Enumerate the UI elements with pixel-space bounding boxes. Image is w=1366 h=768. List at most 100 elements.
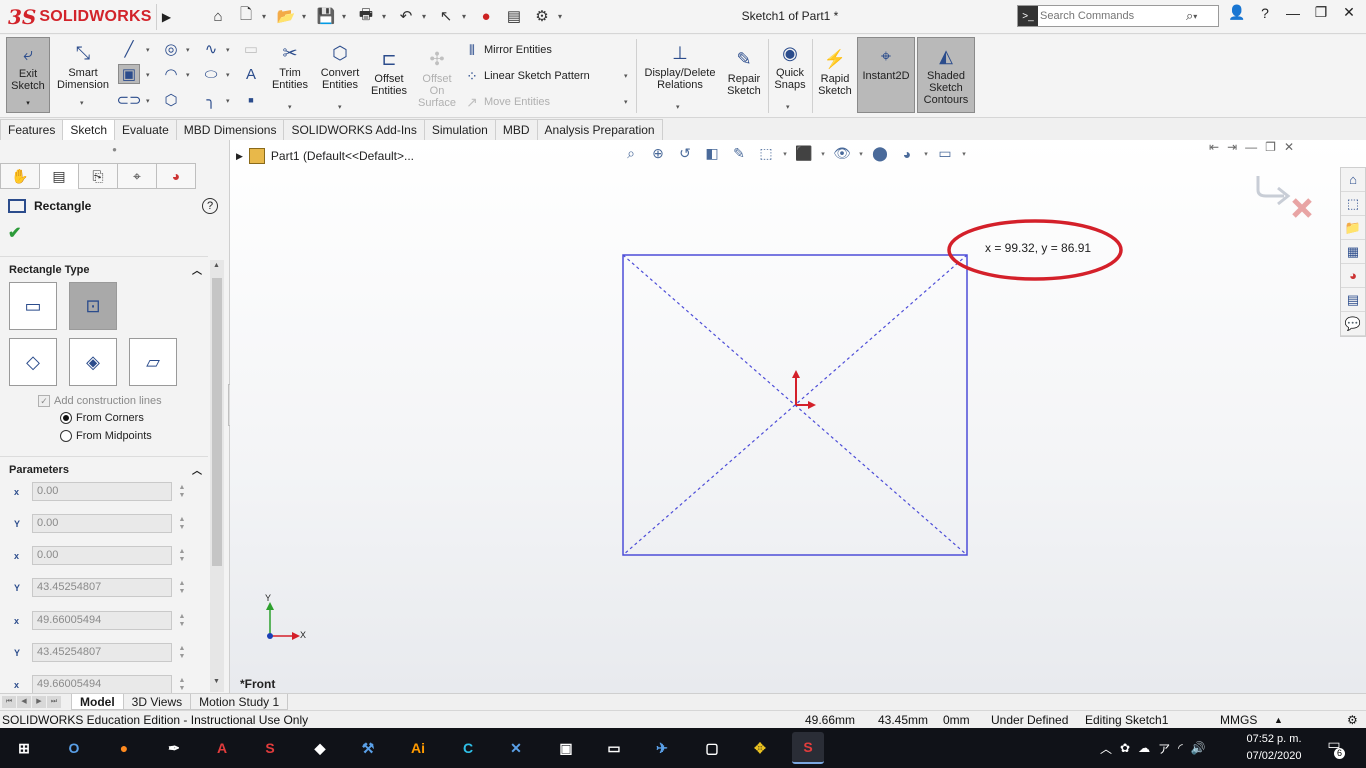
chevron-down-icon[interactable]: ▾: [624, 98, 628, 106]
parameter-field[interactable]: 49.66005494: [32, 611, 172, 630]
solidworks-2019-icon[interactable]: S: [254, 732, 286, 764]
app-x-icon[interactable]: ✕: [500, 732, 532, 764]
chevron-down-icon[interactable]: ▾: [786, 103, 790, 111]
tab-solidworks-add-ins[interactable]: SOLIDWORKS Add-Ins: [283, 119, 425, 140]
firefox-icon[interactable]: ●: [108, 732, 140, 764]
tab-mbd[interactable]: MBD: [494, 119, 538, 140]
home-icon[interactable]: ⌂: [206, 5, 230, 27]
restore-icon[interactable]: ❐: [1310, 4, 1332, 21]
tab-simulation[interactable]: Simulation: [423, 119, 496, 140]
add-construction-lines-checkbox[interactable]: ✓ Add construction lines: [38, 395, 162, 407]
help-icon[interactable]: ?: [202, 198, 218, 214]
spinner-icon[interactable]: ▲ ▼: [176, 484, 188, 500]
tab-evaluate[interactable]: Evaluate: [114, 119, 177, 140]
app-cube-icon[interactable]: ▣: [550, 732, 582, 764]
slot-icon[interactable]: ⊂⊃: [116, 90, 141, 110]
chevron-down-icon[interactable]: ▾: [146, 46, 150, 54]
scrollbar-thumb[interactable]: [212, 278, 222, 566]
print-icon[interactable]: 🖶: [354, 5, 378, 27]
parameter-field[interactable]: 49.66005494: [32, 675, 172, 693]
feature-manager-tab-icon[interactable]: ✋: [0, 163, 40, 189]
undo-icon[interactable]: ↶: [394, 5, 418, 27]
spinner-icon[interactable]: ▲ ▼: [176, 677, 188, 693]
tab-model[interactable]: Model: [71, 694, 124, 710]
help-icon[interactable]: ?: [1254, 5, 1276, 21]
spinner-icon[interactable]: ▲ ▼: [176, 516, 188, 532]
tab-3d-views[interactable]: 3D Views: [122, 694, 192, 710]
point-icon[interactable]: ■: [240, 90, 262, 110]
chevron-down-icon[interactable]: ▾: [676, 103, 680, 111]
exit-sketch-button[interactable]: ⤶ Exit Sketch ▾: [6, 37, 50, 113]
chevron-down-icon[interactable]: ▾: [422, 12, 430, 21]
first-tab-icon[interactable]: ⏮: [2, 696, 16, 708]
spinner-icon[interactable]: ▲ ▼: [176, 548, 188, 564]
app-plane-icon[interactable]: ✈: [646, 732, 678, 764]
shaded-sketch-contours-button[interactable]: ◭ Shaded Sketch Contours: [917, 37, 975, 113]
user-icon[interactable]: 👤: [1226, 4, 1248, 21]
show-hidden-icons-icon[interactable]: ︿: [1100, 740, 1112, 757]
chevron-up-icon[interactable]: ▲: [1274, 715, 1283, 725]
circle-icon[interactable]: ◎: [160, 39, 182, 59]
spinner-icon[interactable]: ▲ ▼: [176, 613, 188, 629]
from-midpoints-radio[interactable]: From Midpoints: [60, 430, 152, 442]
new-document-icon[interactable]: 🗋: [234, 5, 258, 27]
windows-start-icon[interactable]: ⊞: [8, 732, 40, 764]
chevron-down-icon[interactable]: ▾: [186, 46, 190, 54]
chevron-down-icon[interactable]: ▾: [288, 103, 292, 111]
rebuild-traffic-light-icon[interactable]: ●: [474, 5, 498, 27]
chevron-down-icon[interactable]: ▾: [226, 46, 230, 54]
inkscape-icon[interactable]: ✒: [158, 732, 190, 764]
app-frame-icon[interactable]: ▢: [696, 732, 728, 764]
scroll-down-icon[interactable]: ▼: [213, 678, 220, 685]
graphics-area[interactable]: ▶ Part1 (Default<<Default>... ⌕ ⊕ ↺ ◧ ✎ …: [230, 140, 1366, 693]
spinner-icon[interactable]: ▲ ▼: [176, 645, 188, 661]
three-point-center-rectangle-button[interactable]: ◈: [69, 338, 117, 386]
from-corners-radio[interactable]: From Corners: [60, 412, 144, 424]
previous-tab-icon[interactable]: ◀: [17, 696, 31, 708]
outlook-icon[interactable]: O: [58, 732, 90, 764]
search-commands-box[interactable]: >_ ⌕ ▾: [1017, 5, 1219, 27]
configuration-manager-tab-icon[interactable]: ⎘: [78, 163, 118, 189]
scroll-up-icon[interactable]: ▲: [213, 262, 220, 269]
app-monitor-icon[interactable]: ▭: [598, 732, 630, 764]
autocad-icon[interactable]: A: [206, 732, 238, 764]
volume-icon[interactable]: 🔊: [1191, 741, 1206, 755]
parameter-field[interactable]: 43.45254807: [32, 643, 172, 662]
search-input[interactable]: [1040, 10, 1180, 22]
line-icon[interactable]: ╱: [118, 39, 140, 59]
chevron-down-icon[interactable]: ▾: [226, 97, 230, 105]
chevron-down-icon[interactable]: ▾: [262, 12, 270, 21]
ellipse-icon[interactable]: ⬭: [200, 64, 222, 84]
menu-expand-icon[interactable]: ▶: [156, 4, 176, 30]
chevron-down-icon[interactable]: ▾: [1193, 12, 1201, 21]
options-gear-icon[interactable]: ⚙: [530, 5, 554, 27]
rectangle-icon[interactable]: ▣: [118, 64, 140, 84]
search-icon[interactable]: ⌕: [1186, 8, 1193, 24]
tab-analysis-preparation[interactable]: Analysis Preparation: [536, 119, 663, 140]
tab-sketch[interactable]: Sketch: [62, 119, 116, 140]
chevron-down-icon[interactable]: ▾: [146, 71, 150, 79]
tab-mbd-dimensions[interactable]: MBD Dimensions: [175, 119, 285, 140]
convert-entities-button[interactable]: ⬡ Convert Entities: [316, 41, 364, 91]
tray-app-icon[interactable]: ✿: [1120, 741, 1130, 755]
app-wrench-icon[interactable]: ⚒: [352, 732, 384, 764]
chevron-down-icon[interactable]: ▾: [26, 98, 30, 110]
corner-rectangle-button[interactable]: ▭: [9, 282, 57, 330]
arc-icon[interactable]: ◠: [160, 64, 182, 84]
property-manager-scrollbar[interactable]: ▲ ▼: [210, 260, 224, 692]
three-point-corner-rectangle-button[interactable]: ◇: [9, 338, 57, 386]
spinner-icon[interactable]: ▲ ▼: [176, 580, 188, 596]
parameter-field[interactable]: 0.00: [32, 482, 172, 501]
tab-features[interactable]: Features: [0, 119, 64, 140]
parameter-field[interactable]: 0.00: [32, 514, 172, 533]
unit-system-status[interactable]: MMGS: [1220, 713, 1257, 727]
solidworks-active-icon[interactable]: S: [792, 732, 824, 764]
smart-dimension-button[interactable]: ⤡ Smart Dimension: [56, 41, 110, 91]
chevron-down-icon[interactable]: ▾: [342, 12, 350, 21]
save-icon[interactable]: 💾: [314, 5, 338, 27]
parameter-field[interactable]: 43.45254807: [32, 578, 172, 597]
solidworks-logo[interactable]: 3S SOLIDWORKS: [8, 5, 152, 29]
select-pointer-icon[interactable]: ↖: [434, 5, 458, 27]
trim-entities-button[interactable]: ✂ Trim Entities: [268, 41, 312, 91]
fillet-icon[interactable]: ╮: [200, 90, 222, 110]
